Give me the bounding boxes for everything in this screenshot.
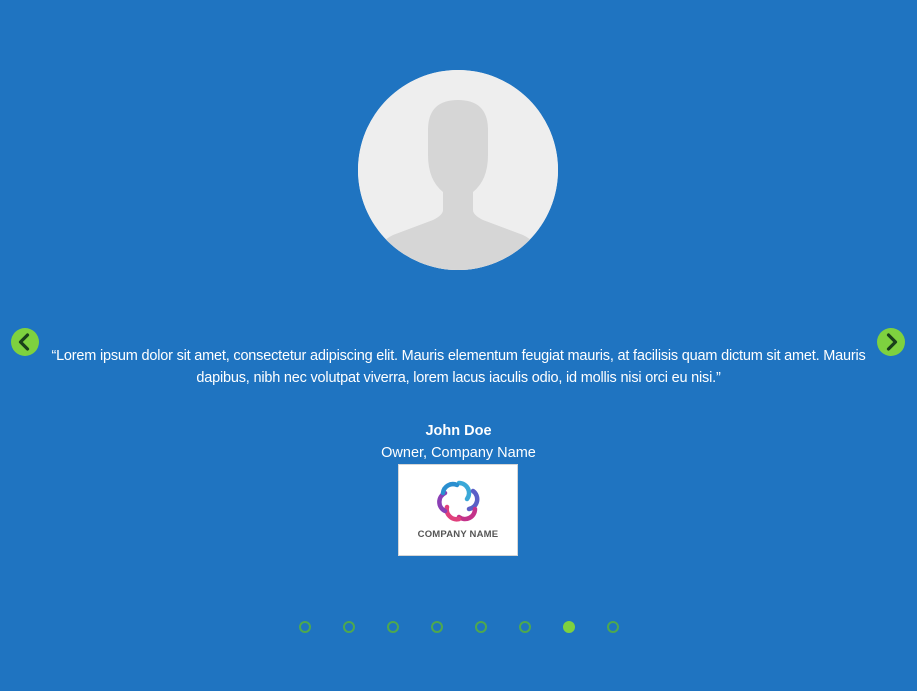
pagination-dots [0, 621, 917, 633]
pagination-dot[interactable] [518, 621, 531, 633]
chevron-left-icon [18, 333, 30, 351]
company-logo-text: COMPANY NAME [417, 529, 499, 540]
pagination-dot[interactable] [430, 621, 443, 633]
pagination-dot[interactable] [386, 621, 399, 633]
person-silhouette-icon [358, 70, 558, 270]
pagination-dot[interactable] [298, 621, 311, 633]
testimonial-quote: “Lorem ipsum dolor sit amet, consectetur… [51, 348, 866, 386]
company-swirl-logo-icon [437, 480, 480, 522]
next-button[interactable] [877, 328, 905, 356]
pagination-dot-active[interactable] [562, 621, 575, 633]
author-name: John Doe [425, 423, 492, 439]
pagination-dot[interactable] [342, 621, 355, 633]
chevron-right-icon [886, 333, 898, 351]
testimonial-slider: “Lorem ipsum dolor sit amet, consectetur… [0, 0, 917, 691]
previous-button[interactable] [11, 328, 39, 356]
pagination-dot[interactable] [606, 621, 619, 633]
company-logo: COMPANY NAME [398, 464, 518, 556]
author-title: Owner, Company Name [381, 445, 536, 461]
avatar [358, 70, 558, 270]
pagination-dot[interactable] [474, 621, 487, 633]
